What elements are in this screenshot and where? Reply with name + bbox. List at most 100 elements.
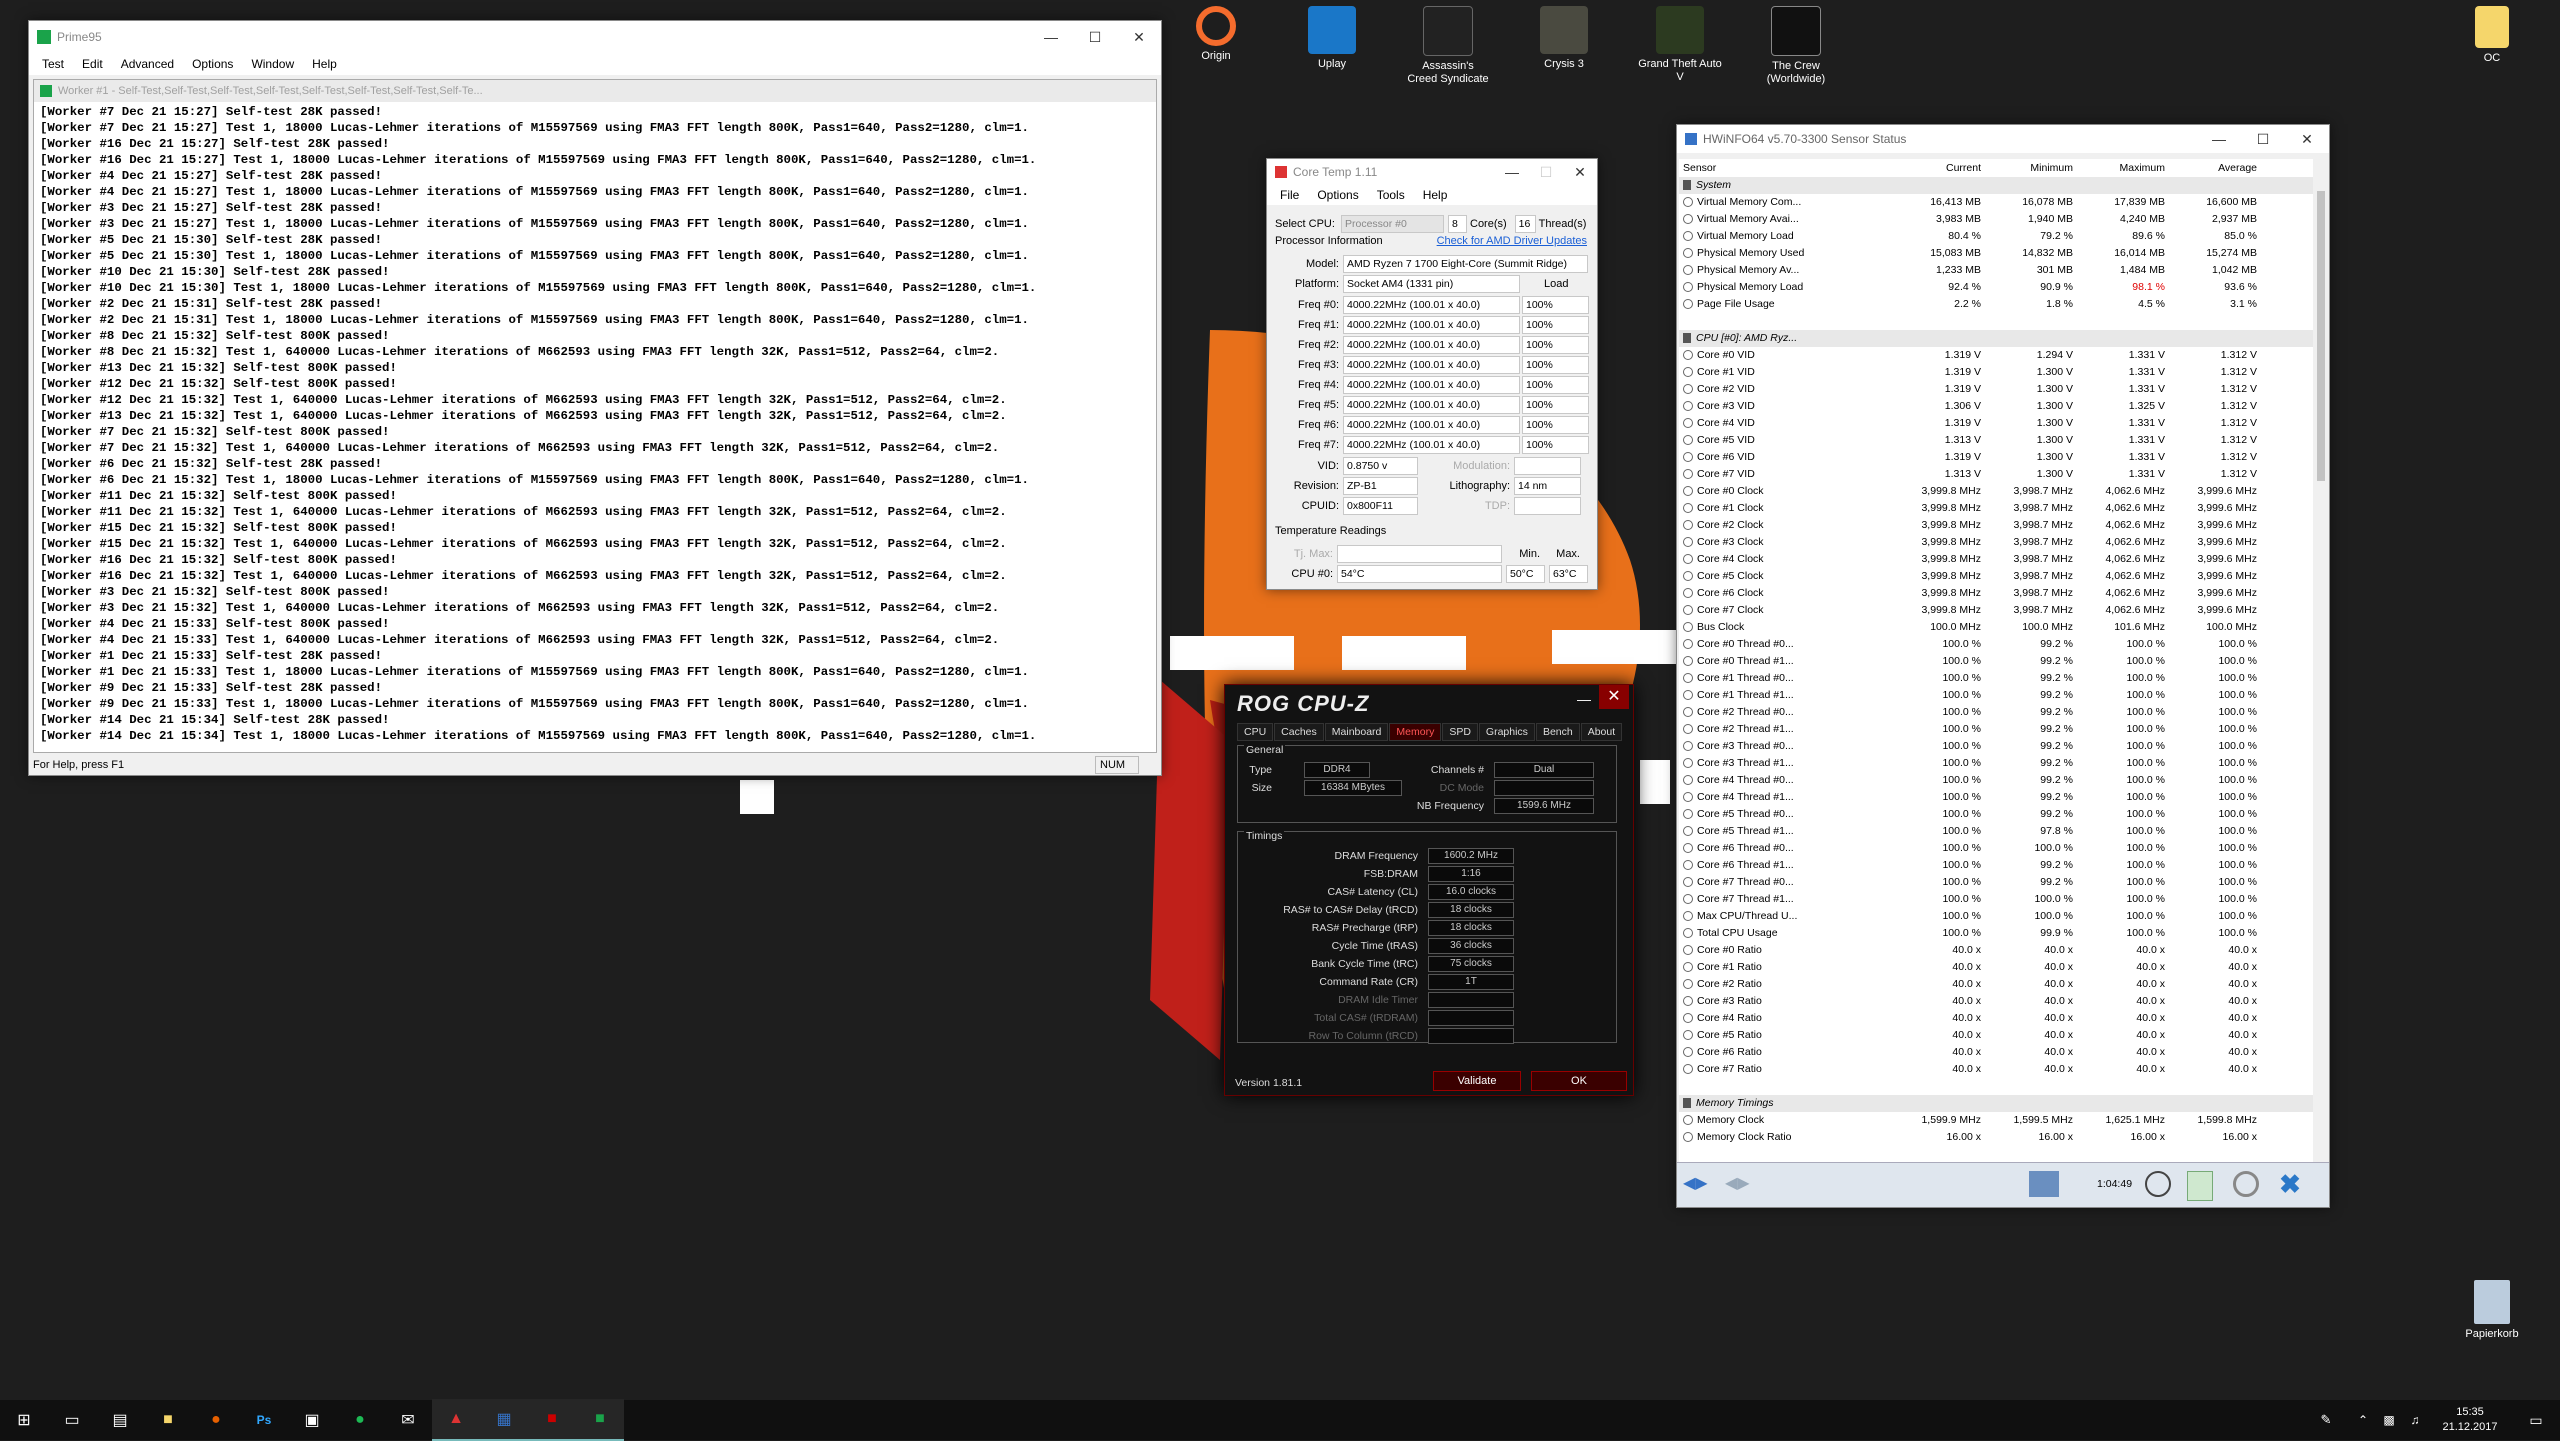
maximize-icon[interactable]: ☐: [1073, 29, 1117, 46]
store-icon[interactable]: ▣: [288, 1400, 336, 1440]
desktop-icon-crysis3[interactable]: Crysis 3: [1522, 6, 1606, 71]
sensor-row[interactable]: Core #2 Ratio 40.0 x 40.0 x 40.0 x 40.0 x: [1679, 976, 2313, 993]
mail-icon[interactable]: ✉: [384, 1400, 432, 1440]
sensor-row[interactable]: Core #7 Ratio 40.0 x 40.0 x 40.0 x 40.0 x: [1679, 1061, 2313, 1078]
sensor-row[interactable]: Core #1 Clock 3,999.8 MHz 3,998.7 MHz 4,062…: [1679, 500, 2313, 517]
sensor-row[interactable]: Core #0 Thread #1... 100.0 % 99.2 % 100.0 %…: [1679, 653, 2313, 670]
sensor-row[interactable]: Core #5 Thread #0... 100.0 % 99.2 % 100.0 %…: [1679, 806, 2313, 823]
coretemp-window[interactable]: Core Temp 1.11 — ☐ ✕ File Options Tools …: [1266, 158, 1598, 590]
sensor-table[interactable]: System Virtual Memory Com... 16,413 MB 16,0…: [1679, 177, 2313, 1207]
report-icon[interactable]: [2187, 1171, 2213, 1201]
sensor-group-row[interactable]: Memory Timings: [1679, 1095, 2313, 1112]
firefox-icon[interactable]: ●: [192, 1400, 240, 1440]
sensor-row[interactable]: Physical Memory Av... 1,233 MB 301 MB 1,484…: [1679, 262, 2313, 279]
column-header-average[interactable]: Average: [2169, 160, 2261, 177]
worker-log[interactable]: [Worker #7 Dec 21 15:27] Self-test 28K p…: [34, 102, 1156, 746]
sensor-row[interactable]: Core #5 Thread #1... 100.0 % 97.8 % 100.0 %…: [1679, 823, 2313, 840]
menu-file[interactable]: File: [1271, 188, 1308, 202]
sensor-row[interactable]: Core #3 Thread #0... 100.0 % 99.2 % 100.0 %…: [1679, 738, 2313, 755]
close-icon[interactable]: ✕: [1563, 164, 1597, 181]
sensor-row[interactable]: Core #3 Thread #1... 100.0 % 99.2 % 100.0 %…: [1679, 755, 2313, 772]
sensor-row[interactable]: Core #7 Clock 3,999.8 MHz 3,998.7 MHz 4,062…: [1679, 602, 2313, 619]
maximize-icon[interactable]: ☐: [2241, 131, 2285, 148]
minimize-icon[interactable]: —: [1029, 29, 1073, 45]
close-sensors-icon[interactable]: ✖: [2275, 1169, 2305, 1199]
cpuz-taskbar-icon[interactable]: ■: [528, 1399, 576, 1441]
sensor-row[interactable]: Core #4 VID 1.319 V 1.300 V 1.331 V 1.312 V: [1679, 415, 2313, 432]
worker-child-window[interactable]: Worker #1 - Self-Test,Self-Test,Self-Tes…: [33, 79, 1157, 753]
sensor-row[interactable]: Core #0 VID 1.319 V 1.294 V 1.331 V 1.312 V: [1679, 347, 2313, 364]
network-icon[interactable]: [2029, 1171, 2059, 1197]
sensor-row[interactable]: Core #2 VID 1.319 V 1.300 V 1.331 V 1.312 V: [1679, 381, 2313, 398]
sensor-row[interactable]: Core #7 VID 1.313 V 1.300 V 1.331 V 1.312 V: [1679, 466, 2313, 483]
menu-options[interactable]: Options: [183, 57, 242, 71]
nav-arrows-2-icon[interactable]: ◀▶: [1725, 1173, 1757, 1195]
menu-test[interactable]: Test: [33, 57, 73, 71]
sensor-row[interactable]: Core #1 Ratio 40.0 x 40.0 x 40.0 x 40.0 x: [1679, 959, 2313, 976]
sensor-row[interactable]: Core #0 Thread #0... 100.0 % 99.2 % 100.0 %…: [1679, 636, 2313, 653]
desktop-icon-uplay[interactable]: Uplay: [1290, 6, 1374, 71]
close-icon[interactable]: ✕: [1599, 685, 1629, 709]
prime95-titlebar[interactable]: Prime95 — ☐ ✕: [29, 21, 1161, 53]
calculator-icon[interactable]: ▤: [96, 1400, 144, 1440]
menu-help[interactable]: Help: [303, 57, 346, 71]
close-icon[interactable]: ✕: [2285, 131, 2329, 148]
tab-cpu[interactable]: CPU: [1237, 723, 1274, 741]
start-windows-icon[interactable]: ⊞: [0, 1400, 48, 1440]
desktop-icon-origin[interactable]: Origin: [1174, 6, 1258, 63]
cpuz-titlebar[interactable]: ROG CPU-Z — ✕: [1225, 685, 1633, 719]
sensor-row[interactable]: Core #4 Thread #0... 100.0 % 99.2 % 100.0 %…: [1679, 772, 2313, 789]
sensor-row[interactable]: Physical Memory Used 15,083 MB 14,832 MB 16…: [1679, 245, 2313, 262]
tab-spd[interactable]: SPD: [1442, 723, 1478, 741]
hwinfo-titlebar[interactable]: HWiNFO64 v5.70-3300 Sensor Status — ☐ ✕: [1677, 125, 2329, 153]
sensor-row[interactable]: Virtual Memory Avai... 3,983 MB 1,940 MB 4,…: [1679, 211, 2313, 228]
sensor-group-row[interactable]: CPU [#0]: AMD Ryz...: [1679, 330, 2313, 347]
sensor-row[interactable]: Core #2 Thread #1... 100.0 % 99.2 % 100.0 %…: [1679, 721, 2313, 738]
sensor-row[interactable]: Core #5 Clock 3,999.8 MHz 3,998.7 MHz 4,062…: [1679, 568, 2313, 585]
sensor-row[interactable]: Bus Clock 100.0 MHz 100.0 MHz 101.6 MHz 100.…: [1679, 619, 2313, 636]
menu-edit[interactable]: Edit: [73, 57, 112, 71]
prime95-window[interactable]: Prime95 — ☐ ✕ Test Edit Advanced Options…: [28, 20, 1162, 776]
menu-advanced[interactable]: Advanced: [112, 57, 183, 71]
sensor-row[interactable]: Core #3 Clock 3,999.8 MHz 3,998.7 MHz 4,062…: [1679, 534, 2313, 551]
tab-about[interactable]: About: [1580, 723, 1623, 741]
sensor-row[interactable]: Page File Usage 2.2 % 1.8 % 4.5 % 3.1 %: [1679, 296, 2313, 313]
menu-window[interactable]: Window: [242, 57, 303, 71]
sensor-row[interactable]: Memory Clock 1,599.9 MHz 1,599.5 MHz 1,625.…: [1679, 1112, 2313, 1129]
close-icon[interactable]: ✕: [1117, 29, 1161, 46]
tab-caches[interactable]: Caches: [1274, 723, 1324, 741]
sensor-row[interactable]: Core #3 VID 1.306 V 1.300 V 1.325 V 1.312 V: [1679, 398, 2313, 415]
sensor-row[interactable]: Physical Memory Load 92.4 % 90.9 % 98.1 % 93…: [1679, 279, 2313, 296]
sensor-row[interactable]: Total CPU Usage 100.0 % 99.9 % 100.0 % 100.0…: [1679, 925, 2313, 942]
menu-help[interactable]: Help: [1414, 188, 1457, 202]
hwinfo-taskbar-icon[interactable]: ▦: [480, 1399, 528, 1441]
tab-memory[interactable]: Memory: [1389, 723, 1442, 741]
photoshop-icon[interactable]: Ps: [240, 1400, 288, 1440]
scrollbar-thumb[interactable]: [2317, 191, 2325, 481]
sensor-row[interactable]: Core #5 VID 1.313 V 1.300 V 1.331 V 1.312 V: [1679, 432, 2313, 449]
file-explorer-icon[interactable]: ■: [144, 1400, 192, 1440]
column-header-sensor[interactable]: Sensor: [1679, 160, 1893, 177]
sensor-row[interactable]: Core #4 Clock 3,999.8 MHz 3,998.7 MHz 4,062…: [1679, 551, 2313, 568]
sensor-row[interactable]: Max CPU/Thread U... 100.0 % 100.0 % 100.0 %…: [1679, 908, 2313, 925]
sensor-row[interactable]: Virtual Memory Load 80.4 % 79.2 % 89.6 % 85.…: [1679, 228, 2313, 245]
clock-icon[interactable]: [2145, 1171, 2171, 1197]
driver-update-link[interactable]: Check for AMD Driver Updates: [1437, 235, 1587, 247]
system-clock[interactable]: 15:35 21.12.2017: [2428, 1405, 2512, 1435]
nav-arrows-icon[interactable]: ◀▶: [1683, 1173, 1715, 1195]
sensor-row[interactable]: Core #7 Thread #0... 100.0 % 99.2 % 100.0 %…: [1679, 874, 2313, 891]
column-header-minimum[interactable]: Minimum: [1985, 160, 2077, 177]
column-header-maximum[interactable]: Maximum: [2077, 160, 2169, 177]
sensor-group-row[interactable]: System: [1679, 177, 2313, 194]
worker-child-titlebar[interactable]: Worker #1 - Self-Test,Self-Test,Self-Tes…: [34, 80, 1156, 102]
settings-icon[interactable]: [2233, 1171, 2259, 1197]
notification-icon[interactable]: ▭: [2512, 1400, 2560, 1440]
menu-tools[interactable]: Tools: [1368, 188, 1414, 202]
sensor-row[interactable]: Core #5 Ratio 40.0 x 40.0 x 40.0 x 40.0 x: [1679, 1027, 2313, 1044]
desktop-icon-gta5[interactable]: Grand Theft Auto V: [1638, 6, 1722, 84]
sensor-row[interactable]: Core #6 Ratio 40.0 x 40.0 x 40.0 x 40.0 x: [1679, 1044, 2313, 1061]
minimize-icon[interactable]: —: [1577, 691, 1591, 707]
sensor-row[interactable]: Core #4 Ratio 40.0 x 40.0 x 40.0 x 40.0 x: [1679, 1010, 2313, 1027]
hwinfo-window[interactable]: HWiNFO64 v5.70-3300 Sensor Status — ☐ ✕ …: [1676, 124, 2330, 1208]
minimize-icon[interactable]: —: [1495, 164, 1529, 180]
